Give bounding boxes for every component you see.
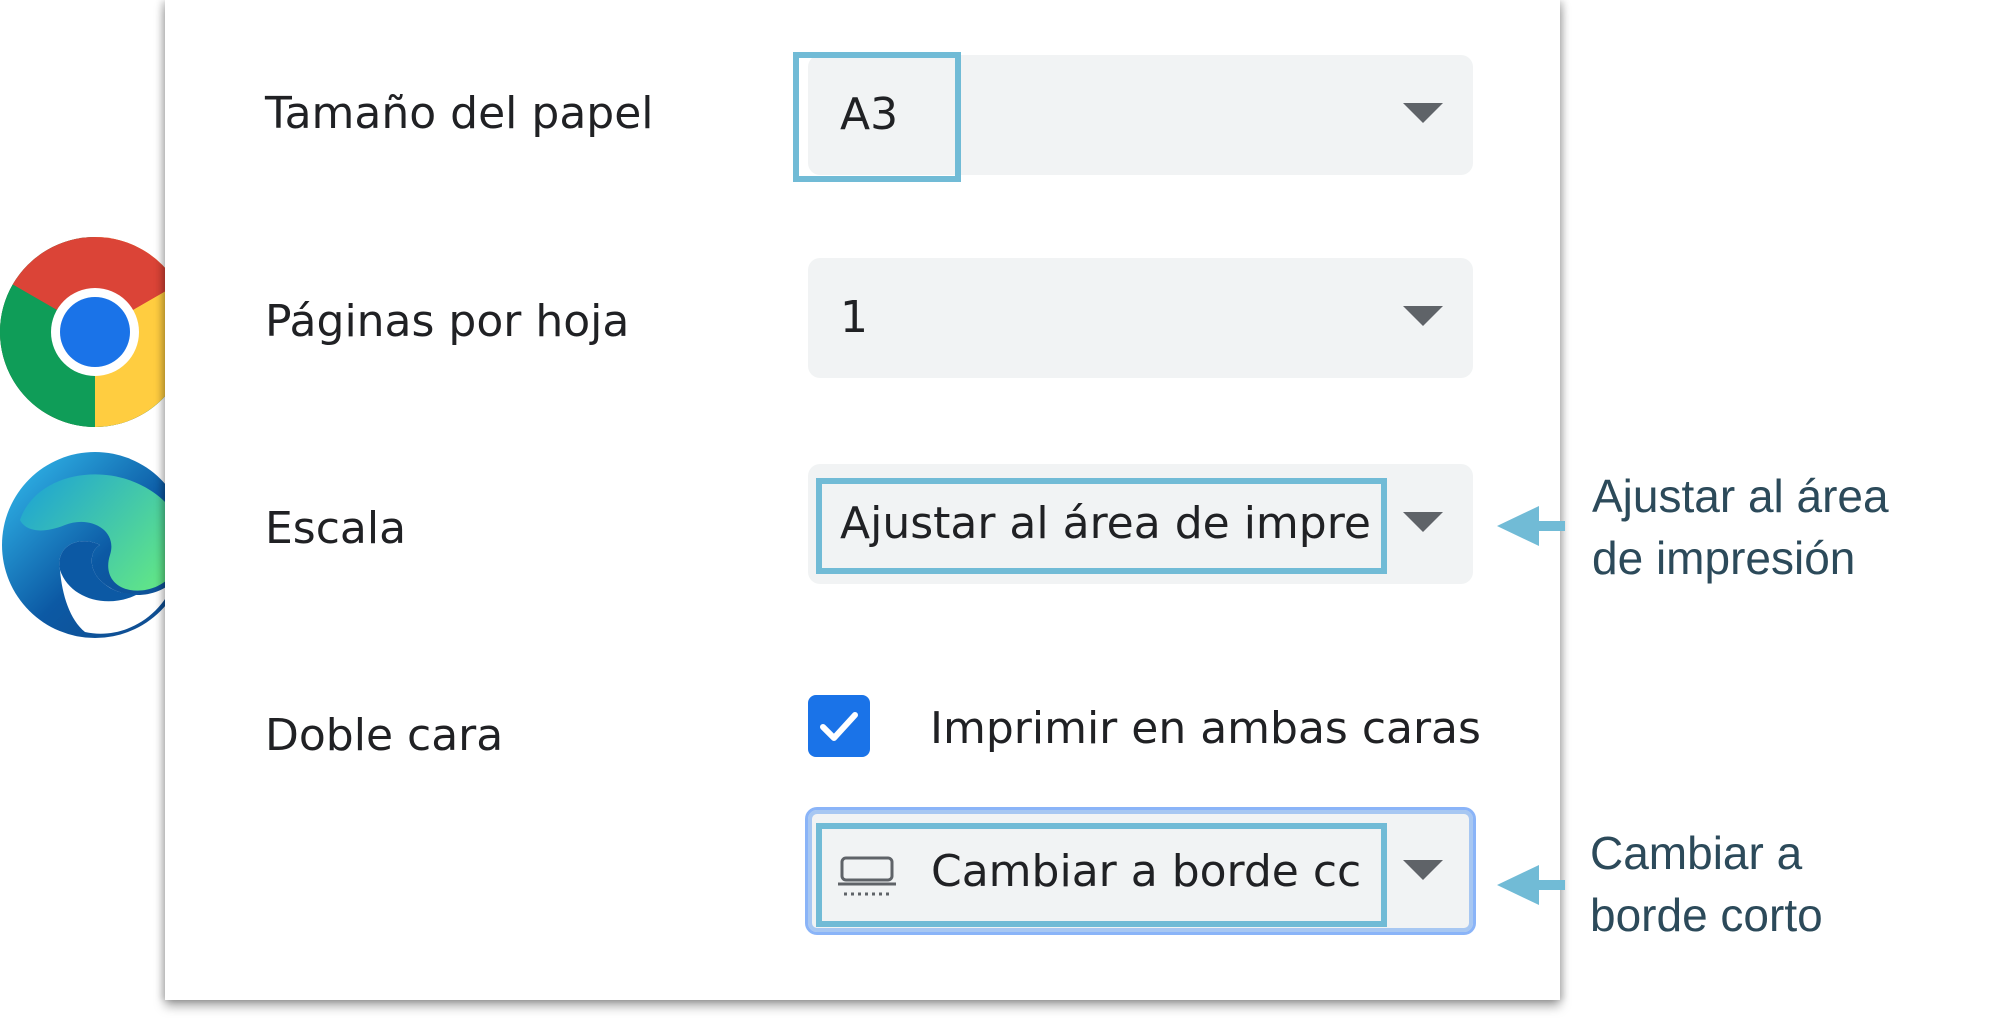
caret-down-icon	[1403, 103, 1443, 123]
edge-arrow-head	[1497, 865, 1539, 905]
scale-label: Escala	[265, 503, 407, 554]
pages-per-sheet-select[interactable]: 1	[808, 258, 1473, 378]
scale-annotation: Ajustar al área de impresión	[1592, 465, 1889, 589]
pages-per-sheet-value: 1	[840, 292, 868, 343]
edge-annotation-line1: Cambiar a	[1590, 827, 1803, 879]
scale-highlight	[816, 478, 1387, 574]
edge-annotation-line2: borde corto	[1590, 889, 1823, 941]
scale-arrow-shaft	[1535, 521, 1565, 531]
print-settings-panel: Tamaño del papel A3 Páginas por hoja 1 E…	[165, 0, 1560, 1000]
edge-logo-icon	[2, 452, 188, 638]
scale-annotation-line1: Ajustar al área	[1592, 470, 1889, 522]
duplex-checkbox-label[interactable]: Imprimir en ambas caras	[930, 707, 1481, 751]
paper-size-highlight	[793, 52, 961, 182]
edge-annotation: Cambiar a borde corto	[1590, 822, 1823, 946]
chrome-logo-icon	[0, 237, 190, 427]
duplex-checkbox[interactable]	[808, 695, 870, 757]
scale-annotation-line2: de impresión	[1592, 532, 1856, 584]
duplex-label: Doble cara	[265, 710, 504, 761]
edge-highlight	[816, 823, 1387, 927]
caret-down-icon	[1403, 306, 1443, 326]
pages-per-sheet-label: Páginas por hoja	[265, 296, 630, 347]
checkmark-icon	[820, 712, 858, 741]
edge-arrow-shaft	[1535, 880, 1565, 890]
caret-down-icon	[1403, 860, 1443, 880]
scale-arrow-head	[1497, 506, 1539, 546]
caret-down-icon	[1403, 512, 1443, 532]
paper-size-label: Tamaño del papel	[265, 88, 654, 139]
